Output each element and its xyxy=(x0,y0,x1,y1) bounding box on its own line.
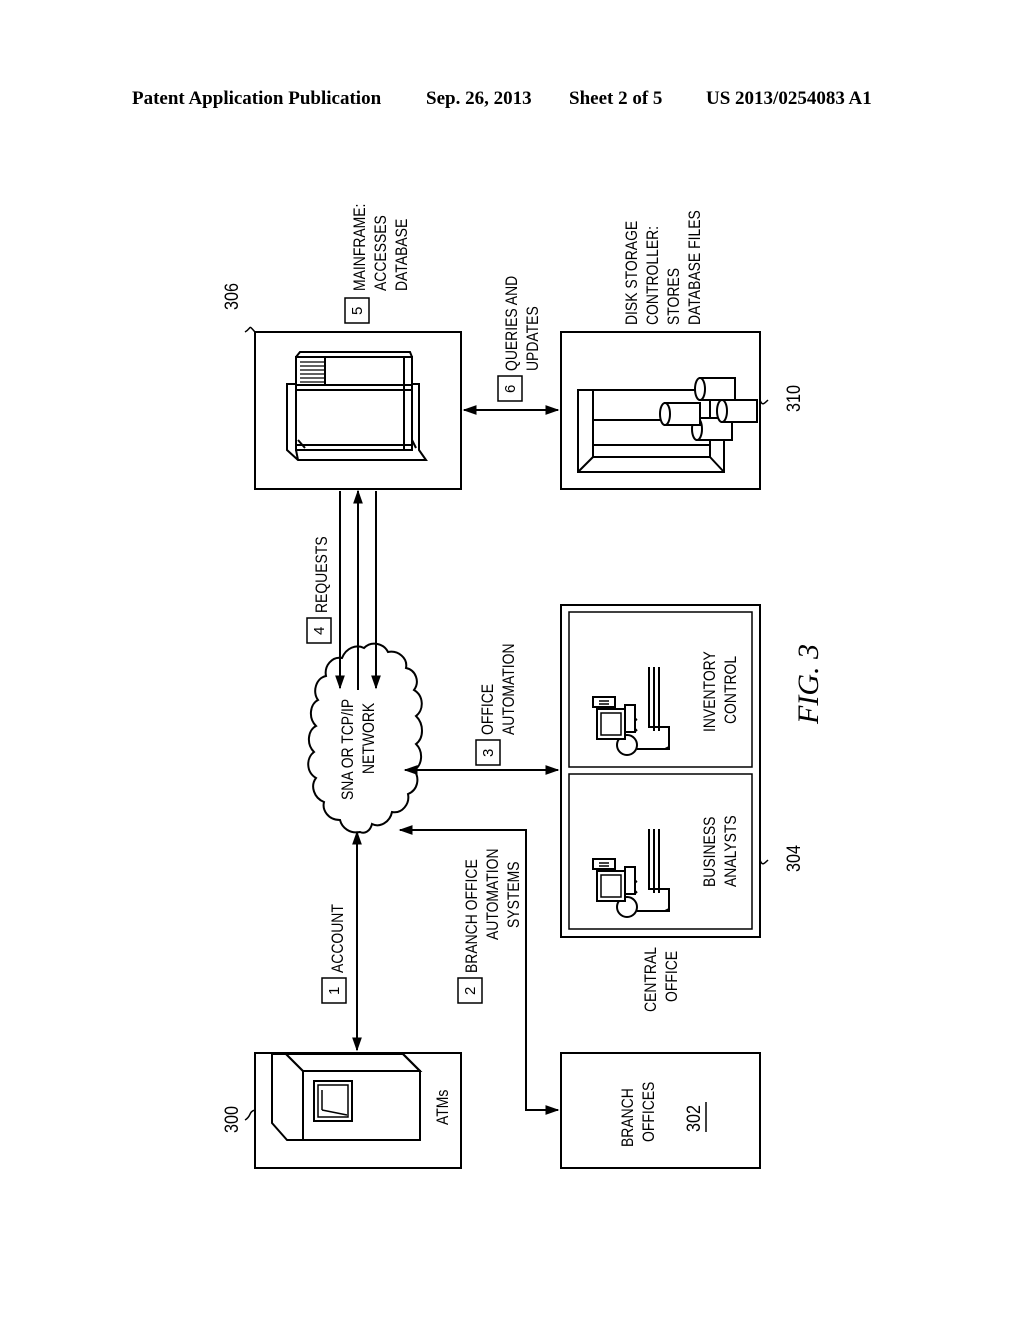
disk-caption-line3: STORES xyxy=(665,268,684,325)
step-3: 3 OFFICE AUTOMATION xyxy=(475,643,519,766)
network-label-line2: NETWORK xyxy=(360,702,379,774)
step-5-number: 5 xyxy=(349,307,366,315)
step-5-label-line2: ACCESSES xyxy=(372,215,391,291)
person-at-computer-icon xyxy=(592,829,670,918)
step-1-number: 1 xyxy=(326,987,343,995)
step-1-label: ACCOUNT xyxy=(329,904,348,973)
network-label-line1: SNA OR TCP/IP xyxy=(339,699,358,800)
inventory-control-label-line2: CONTROL xyxy=(722,656,741,724)
step-2-label-line3: SYSTEMS xyxy=(505,861,524,928)
central-office-node[interactable]: BUSINESS ANALYSTS INVENTORY CONTROL CENT… xyxy=(560,604,805,1012)
network-node[interactable]: SNA OR TCP/IP NETWORK xyxy=(307,642,423,834)
branch-offices-label-line1: BRANCH xyxy=(619,1088,638,1147)
step-1: 1 ACCOUNT xyxy=(321,904,348,1004)
step-2-number: 2 xyxy=(462,987,479,995)
disk-storage-node[interactable]: 310 xyxy=(560,331,805,490)
disk-caption-line2: CONTROLLER: xyxy=(644,226,663,325)
branch-offices-node[interactable]: BRANCH OFFICES 302 xyxy=(560,1052,761,1169)
ref-300: 300 xyxy=(221,1106,243,1133)
inventory-control-label-line1: INVENTORY xyxy=(701,651,720,732)
ref-300-leader xyxy=(244,1109,256,1121)
step-6-label-line1: QUERIES AND xyxy=(503,276,522,371)
mainframe-node[interactable]: 306 xyxy=(221,283,462,490)
disk-storage-caption: DISK STORAGE CONTROLLER: STORES DATABASE… xyxy=(623,210,705,325)
mainframe-computer-icon xyxy=(286,351,428,461)
business-analysts-label-line2: ANALYSTS xyxy=(722,815,741,887)
step-4-number: 4 xyxy=(311,627,328,635)
disk-storage-icon xyxy=(577,377,758,473)
step-2-label-line2: AUTOMATION xyxy=(484,848,503,940)
atm-node[interactable]: ATMs 300 xyxy=(221,1052,462,1169)
ref-306: 306 xyxy=(221,283,243,310)
step-5: 5 MAINFRAME: ACCESSES DATABASE xyxy=(344,204,412,324)
ref-310-leader xyxy=(759,399,769,405)
ref-304-leader xyxy=(759,859,769,865)
step-6-label-line2: UPDATES xyxy=(524,306,543,371)
business-analysts-label-line1: BUSINESS xyxy=(701,817,720,887)
step-4-label: REQUESTS xyxy=(313,536,332,613)
step-3-label-line1: OFFICE xyxy=(479,684,498,735)
ref-306-leader xyxy=(244,326,256,333)
figure-3-diagram: ATMs 300 BRANCH OFFICES 302 306 310 BUSI… xyxy=(221,204,825,1169)
ref-302: 302 xyxy=(683,1105,705,1132)
step-5-label-line3: DATABASE xyxy=(393,219,412,291)
atm-machine-icon xyxy=(271,1053,423,1141)
step-3-label-line2: AUTOMATION xyxy=(500,643,519,735)
step-5-label-line1: MAINFRAME: xyxy=(351,204,370,291)
step-2-label-line1: BRANCH OFFICE xyxy=(463,859,482,973)
rotated-diagram: ATMs 300 BRANCH OFFICES 302 306 310 BUSI… xyxy=(221,204,825,1169)
figure-caption: FIG. 3 xyxy=(792,644,825,725)
step-4: 4 REQUESTS xyxy=(306,536,332,644)
disk-caption-line4: DATABASE FILES xyxy=(686,210,705,325)
ref-310: 310 xyxy=(783,385,805,412)
step-3-number: 3 xyxy=(480,749,497,757)
branch-offices-box[interactable] xyxy=(560,1052,761,1169)
central-office-label-line1: CENTRAL xyxy=(642,947,661,1012)
disk-caption-line1: DISK STORAGE xyxy=(623,221,642,325)
person-at-computer-icon xyxy=(592,667,670,756)
step-2: 2 BRANCH OFFICE AUTOMATION SYSTEMS xyxy=(457,848,524,1004)
branch-offices-label-line2: OFFICES xyxy=(640,1082,659,1142)
step-6-number: 6 xyxy=(502,385,519,393)
ref-304: 304 xyxy=(783,845,805,872)
central-office-label-line2: OFFICE xyxy=(663,951,682,1002)
atm-label: ATMs xyxy=(434,1089,453,1125)
step-6: 6 QUERIES AND UPDATES xyxy=(497,276,543,402)
